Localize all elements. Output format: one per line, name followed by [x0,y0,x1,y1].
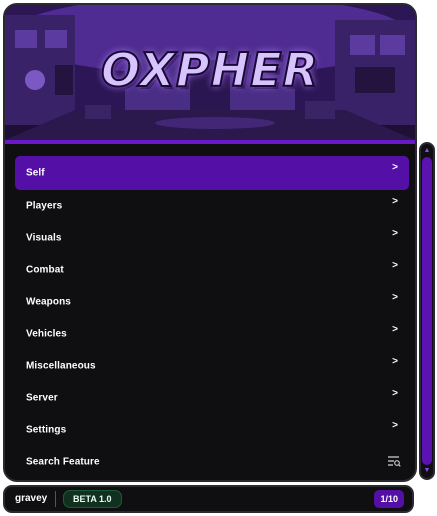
menu-item-label: Miscellaneous [26,360,96,372]
scroll-thumb[interactable] [422,157,432,465]
chevron-right-icon: > [392,324,398,335]
footer-divider [55,491,56,507]
chevron-right-icon: > [392,420,398,431]
chevron-right-icon: > [392,388,398,399]
menu-item-server[interactable]: Server > [15,382,409,414]
menu-item-visuals[interactable]: Visuals > [15,222,409,254]
search-list-icon [388,456,401,467]
menu-item-players[interactable]: Players > [15,190,409,222]
banner-image: OXPHER [5,5,415,140]
version-badge: BETA 1.0 [63,490,122,508]
menu-item-search-feature[interactable]: Search Feature [15,446,409,478]
page-counter-badge: 1/10 [374,490,404,508]
menu-item-miscellaneous[interactable]: Miscellaneous > [15,350,409,382]
menu-item-self[interactable]: Self > [15,156,409,190]
menu-item-label: Vehicles [26,328,67,340]
chevron-right-icon: > [392,356,398,367]
chevron-right-icon: > [392,292,398,303]
menu-item-weapons[interactable]: Weapons > [15,286,409,318]
menu-item-combat[interactable]: Combat > [15,254,409,286]
scroll-down-icon[interactable]: ▼ [421,466,433,476]
menu-item-label: Players [26,200,63,212]
menu-item-label: Self [26,167,45,179]
menu-item-label: Server [26,392,58,404]
menu-item-vehicles[interactable]: Vehicles > [15,318,409,350]
menu-item-label: Weapons [26,296,71,308]
username-label: gravey [15,493,48,504]
scroll-up-icon[interactable]: ▲ [421,146,433,156]
chevron-right-icon: > [392,196,398,207]
chevron-right-icon: > [392,228,398,239]
status-footer: gravey BETA 1.0 1/10 [3,485,414,513]
menu-item-settings[interactable]: Settings > [15,414,409,446]
banner-accent-bar [5,140,415,144]
menu-item-list: Self > Players > Visuals > Combat > Weap… [15,153,409,478]
menu-panel: OXPHER Self > Players > Visuals > Combat… [3,3,417,482]
menu-item-label: Visuals [26,232,62,244]
menu-item-label: Combat [26,264,64,276]
scrollbar[interactable]: ▲ ▼ [419,142,435,480]
menu-item-label: Settings [26,424,67,436]
menu-item-label: Search Feature [26,456,100,468]
banner-logo: OXPHER [100,42,319,98]
chevron-right-icon: > [392,260,398,271]
chevron-right-icon: > [392,162,398,173]
